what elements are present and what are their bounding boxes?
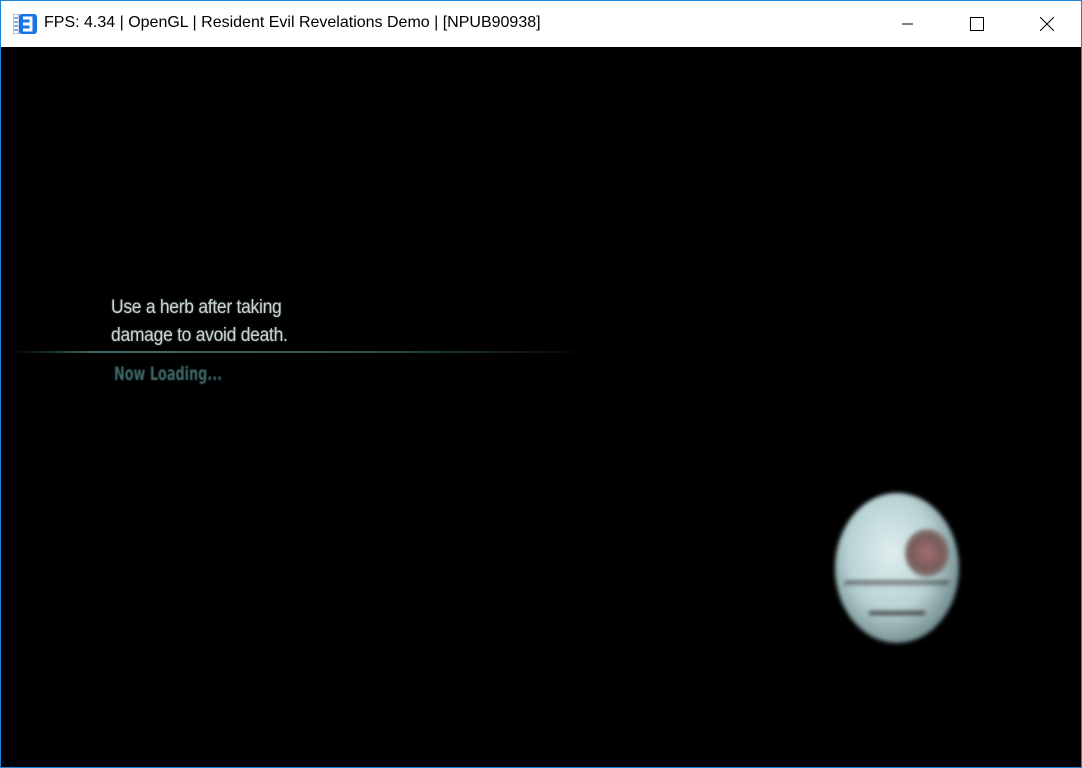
loading-emblem-image xyxy=(835,493,959,643)
emblem-face xyxy=(905,529,949,577)
emulator-window: FPS: 4.34 | OpenGL | Resident Evil Revel… xyxy=(0,0,1082,768)
emblem-bar xyxy=(869,611,925,615)
emblem-ruler xyxy=(845,581,949,587)
close-button[interactable] xyxy=(1024,1,1070,47)
loading-tip: Use a herb after taking damage to avoid … xyxy=(111,294,288,350)
minimize-icon xyxy=(902,23,913,25)
maximize-icon xyxy=(970,17,984,31)
window-title: FPS: 4.34 | OpenGL | Resident Evil Revel… xyxy=(44,14,541,31)
maximize-button[interactable] xyxy=(954,1,1000,47)
close-icon xyxy=(1040,17,1054,31)
game-viewport[interactable]: Use a herb after taking damage to avoid … xyxy=(1,47,1081,767)
rpcs3-app-icon xyxy=(13,14,37,34)
divider-line xyxy=(11,351,591,353)
minimize-button[interactable] xyxy=(885,1,931,47)
tip-line-1: Use a herb after taking xyxy=(111,297,282,318)
tip-line-2: damage to avoid death. xyxy=(111,325,288,346)
title-bar[interactable]: FPS: 4.34 | OpenGL | Resident Evil Revel… xyxy=(1,1,1081,47)
loading-text: Now Loading... xyxy=(114,363,222,385)
